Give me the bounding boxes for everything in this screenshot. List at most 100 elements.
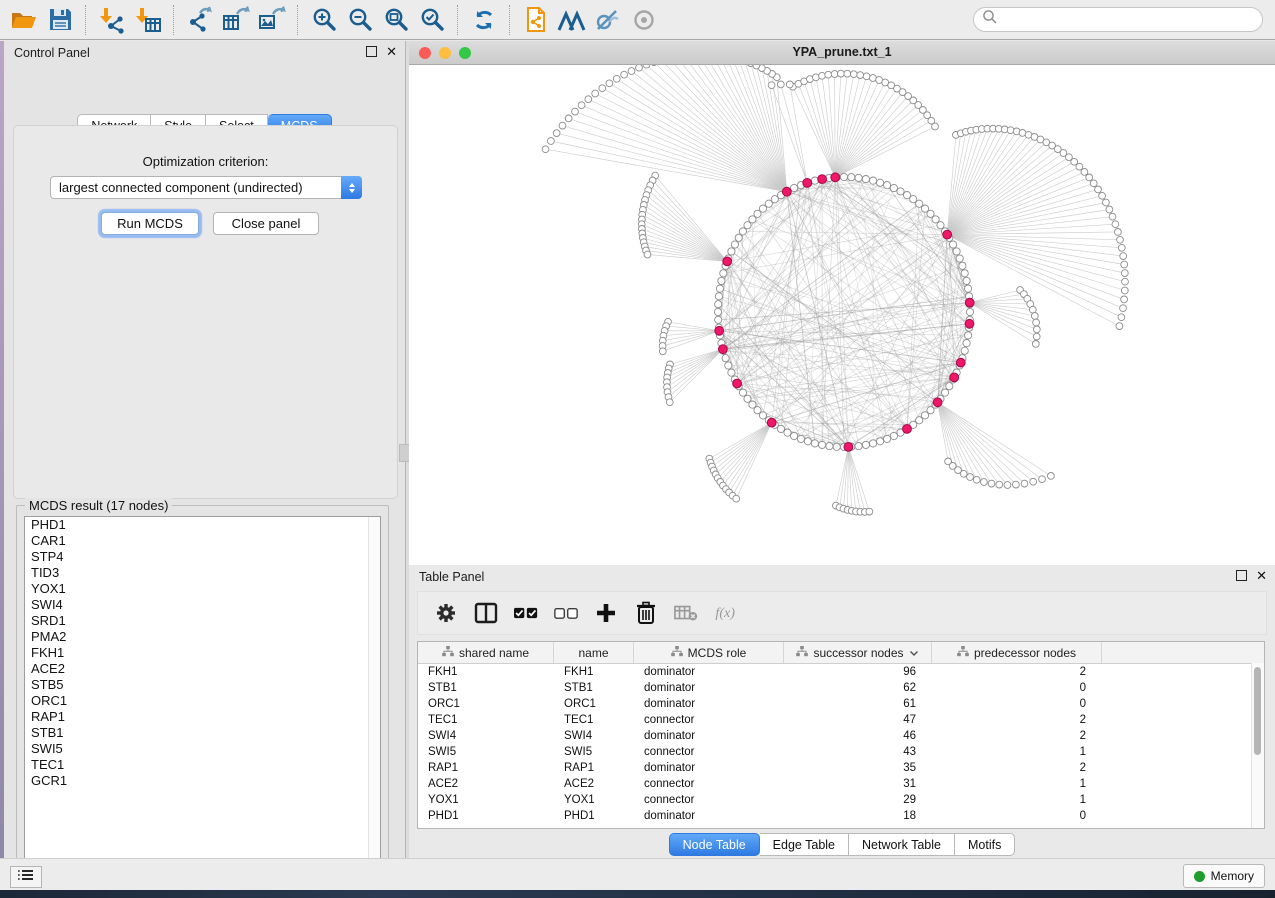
criterion-dropdown[interactable]: largest connected component (undirected): [50, 176, 362, 199]
table-row[interactable]: STB1STB1dominator620: [418, 680, 1264, 696]
select-all-icon[interactable]: [514, 601, 538, 625]
svg-text:f(x): f(x): [715, 605, 735, 621]
table-row[interactable]: RAP1RAP1dominator352: [418, 760, 1264, 776]
minimize-window-icon[interactable]: [439, 47, 451, 59]
search-input[interactable]: [998, 12, 1262, 28]
table-row[interactable]: TEC1TEC1connector472: [418, 712, 1264, 728]
application-window: Control Panel ✕ NetworkStyleSelectMCDS O…: [0, 0, 1275, 898]
float-panel-icon[interactable]: [1236, 570, 1247, 581]
import-network-icon[interactable]: [94, 3, 130, 37]
table-row[interactable]: YOX1YOX1connector291: [418, 792, 1264, 808]
table-tabs: Node TableEdge TableNetwork TableMotifs: [409, 833, 1275, 856]
mcds-result-node[interactable]: STB5: [25, 677, 380, 693]
close-panel-icon[interactable]: ✕: [1256, 571, 1267, 580]
mcds-result-node[interactable]: PMA2: [25, 629, 380, 645]
table-scrollbar[interactable]: [1251, 663, 1264, 828]
style-icon[interactable]: [554, 3, 590, 37]
memory-button[interactable]: Memory: [1183, 864, 1265, 888]
run-mcds-button[interactable]: Run MCDS: [101, 212, 199, 235]
mcds-result-node[interactable]: TEC1: [25, 757, 380, 773]
mcds-result-node[interactable]: FKH1: [25, 645, 380, 661]
hide-style-icon[interactable]: [590, 3, 626, 37]
export-image-icon[interactable]: [254, 3, 290, 37]
list-scrollbar[interactable]: [368, 517, 380, 872]
cell-name: PHD1: [554, 810, 634, 822]
column-type-icon: [442, 646, 454, 660]
table-row[interactable]: FKH1FKH1dominator962: [418, 664, 1264, 680]
mcds-result-node[interactable]: YOX1: [25, 581, 380, 597]
column-header-shared-name[interactable]: shared name: [418, 642, 554, 663]
close-window-icon[interactable]: [419, 47, 431, 59]
cell-name: FKH1: [554, 666, 634, 678]
network-window-title: YPA_prune.txt_1: [409, 41, 1275, 64]
maximize-window-icon[interactable]: [459, 47, 471, 59]
search-box[interactable]: [973, 7, 1263, 32]
tab-motifs[interactable]: Motifs: [955, 833, 1015, 856]
clone-network-icon[interactable]: [518, 3, 554, 37]
mcds-result-node[interactable]: SWI4: [25, 597, 380, 613]
task-history-button[interactable]: [10, 866, 42, 888]
network-graph: [409, 65, 1275, 565]
zoom-out-icon[interactable]: [342, 3, 378, 37]
table-row[interactable]: PHD1PHD1dominator180: [418, 808, 1264, 824]
column-header-predecessor-nodes[interactable]: predecessor nodes: [932, 642, 1102, 663]
cell-predecessor-nodes: 0: [932, 810, 1102, 822]
table-header-row: shared namenameMCDS rolesuccessor nodesp…: [418, 642, 1264, 664]
mcds-result-node[interactable]: SRD1: [25, 613, 380, 629]
column-header-MCDS-role[interactable]: MCDS role: [634, 642, 784, 663]
import-table-icon[interactable]: [130, 3, 166, 37]
column-header-name[interactable]: name: [554, 642, 634, 663]
open-file-icon[interactable]: [6, 3, 42, 37]
export-table-icon[interactable]: [218, 3, 254, 37]
mcds-result-node[interactable]: PHD1: [25, 517, 380, 533]
status-bar: Memory: [0, 858, 1275, 891]
mcds-result-node[interactable]: STP4: [25, 549, 380, 565]
table-row[interactable]: SWI4SWI4dominator462: [418, 728, 1264, 744]
close-panel-button[interactable]: Close panel: [213, 212, 319, 235]
search-icon: [982, 9, 998, 30]
mcds-result-node[interactable]: GCR1: [25, 773, 380, 789]
mcds-result-list[interactable]: PHD1CAR1STP4TID3YOX1SWI4SRD1PMA2FKH1ACE2…: [24, 516, 381, 873]
save-session-icon[interactable]: [42, 3, 78, 37]
table-panel: Table Panel ✕ f(x) shared namenameMCDS r…: [409, 565, 1275, 858]
cell-predecessor-nodes: 1: [932, 794, 1102, 806]
split-view-icon[interactable]: [474, 601, 498, 625]
table-settings-icon[interactable]: [434, 601, 458, 625]
cell-name: TEC1: [554, 714, 634, 726]
zoom-in-icon[interactable]: [306, 3, 342, 37]
add-column-icon[interactable]: [594, 601, 618, 625]
zoom-selected-icon[interactable]: [414, 3, 450, 37]
mcds-result-node[interactable]: RAP1: [25, 709, 380, 725]
refresh-icon[interactable]: [466, 3, 502, 37]
cell-shared-name: SWI5: [418, 746, 554, 758]
mcds-result-node[interactable]: SWI5: [25, 741, 380, 757]
deselect-all-icon[interactable]: [554, 601, 578, 625]
mcds-result-node[interactable]: STB1: [25, 725, 380, 741]
table-row[interactable]: ORC1ORC1dominator610: [418, 696, 1264, 712]
table-row[interactable]: ACE2ACE2connector311: [418, 776, 1264, 792]
toolbar-separator: [509, 5, 511, 35]
tab-node-table[interactable]: Node Table: [669, 833, 760, 856]
table-row[interactable]: SWI5SWI5connector431: [418, 744, 1264, 760]
export-network-icon[interactable]: [182, 3, 218, 37]
toolbar-separator: [457, 5, 459, 35]
mcds-result-node[interactable]: ACE2: [25, 661, 380, 677]
cell-shared-name: SWI4: [418, 730, 554, 742]
scrollbar-thumb[interactable]: [1254, 667, 1261, 755]
delete-column-icon[interactable]: [634, 601, 658, 625]
cell-shared-name: YOX1: [418, 794, 554, 806]
column-header-successor-nodes[interactable]: successor nodes: [784, 642, 932, 663]
cell-predecessor-nodes: 0: [932, 682, 1102, 694]
tab-edge-table[interactable]: Edge Table: [760, 833, 849, 856]
cell-name: ACE2: [554, 778, 634, 790]
network-window-titlebar[interactable]: YPA_prune.txt_1: [409, 41, 1275, 65]
zoom-fit-icon[interactable]: [378, 3, 414, 37]
float-panel-icon[interactable]: [366, 46, 377, 57]
close-panel-icon[interactable]: ✕: [386, 47, 397, 56]
mcds-result-node[interactable]: ORC1: [25, 693, 380, 709]
mcds-result-node[interactable]: CAR1: [25, 533, 380, 549]
node-table[interactable]: shared namenameMCDS rolesuccessor nodesp…: [417, 641, 1265, 829]
network-canvas[interactable]: [409, 65, 1275, 565]
tab-network-table[interactable]: Network Table: [849, 833, 955, 856]
mcds-result-node[interactable]: TID3: [25, 565, 380, 581]
